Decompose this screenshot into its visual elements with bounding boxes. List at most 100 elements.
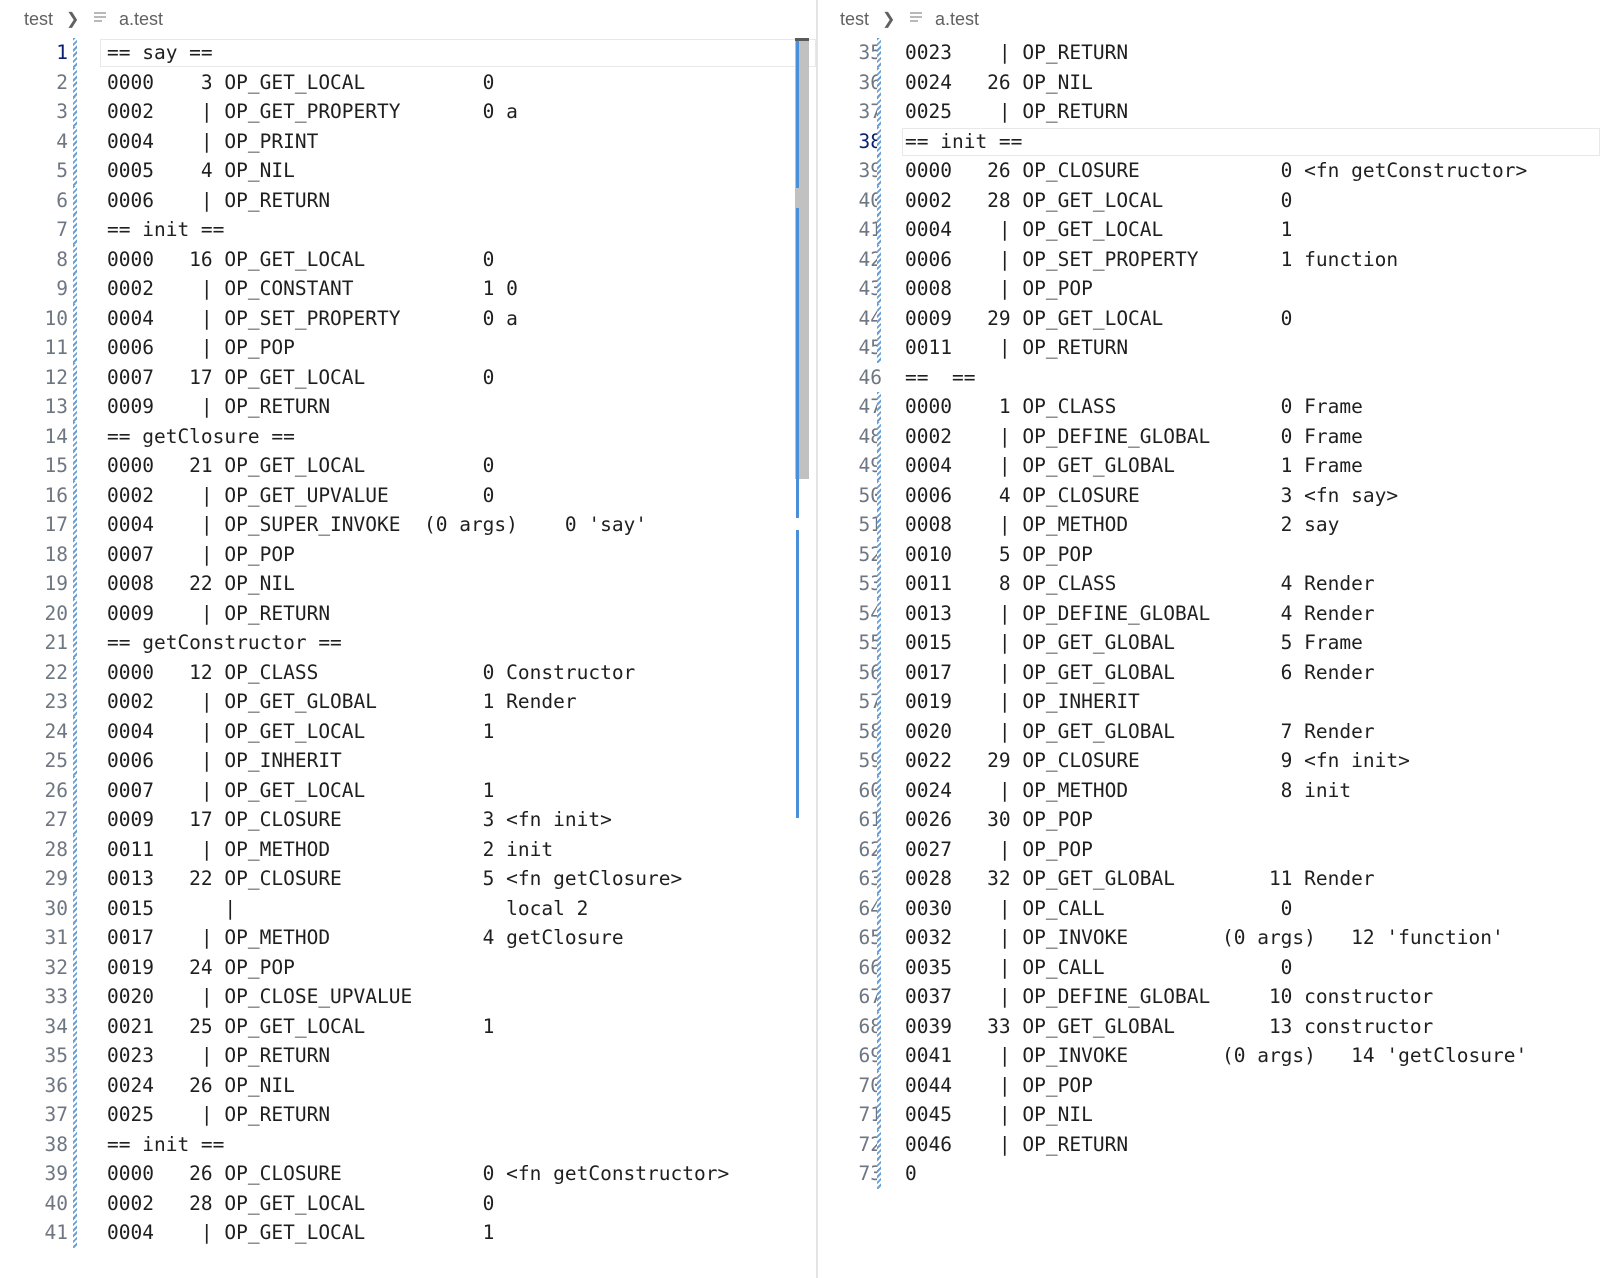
- code-text[interactable]: 0007 | OP_POP: [107, 540, 295, 570]
- code-line[interactable]: 5 0005 4 OP_NIL: [0, 156, 816, 186]
- code-line[interactable]: 22 0000 12 OP_CLASS 0 Constructor: [0, 657, 816, 688]
- code-line[interactable]: 52 0010 5 OP_POP: [818, 539, 1600, 570]
- code-line[interactable]: 68 0039 33 OP_GET_GLOBAL 13 constructor: [818, 1011, 1600, 1042]
- code-line[interactable]: 34 0021 25 OP_GET_LOCAL 1: [0, 1011, 816, 1042]
- code-line[interactable]: 56 0017 | OP_GET_GLOBAL 6 Render: [818, 657, 1600, 688]
- code-text[interactable]: 0006 | OP_RETURN: [107, 186, 330, 216]
- code-line[interactable]: 28 0011 | OP_METHOD 2 init: [0, 834, 816, 865]
- code-text[interactable]: 0023 | OP_RETURN: [107, 1041, 330, 1071]
- code-text[interactable]: 0019 24 OP_POP: [107, 953, 295, 983]
- code-line[interactable]: 62 0027 | OP_POP: [818, 834, 1600, 865]
- code-text[interactable]: 0004 | OP_GET_LOCAL 1: [107, 1218, 494, 1248]
- code-line[interactable]: 55 0015 | OP_GET_GLOBAL 5 Frame: [818, 628, 1600, 658]
- code-text[interactable]: 0021 25 OP_GET_LOCAL 1: [107, 1012, 494, 1042]
- gutter-change-indicator[interactable]: [73, 1070, 77, 1101]
- code-line[interactable]: 26 0007 | OP_GET_LOCAL 1: [0, 775, 816, 806]
- gutter-change-indicator[interactable]: [73, 834, 77, 865]
- code-line[interactable]: 35 0023 | OP_RETURN: [818, 38, 1600, 68]
- code-text[interactable]: 0002 | OP_GET_GLOBAL 1 Render: [107, 687, 577, 717]
- gutter-change-indicator[interactable]: [73, 480, 77, 511]
- code-line[interactable]: 42 0006 | OP_SET_PROPERTY 1 function: [818, 244, 1600, 275]
- code-line[interactable]: 20 0009 | OP_RETURN: [0, 598, 816, 629]
- code-line[interactable]: 41 0004 | OP_GET_LOCAL 1: [0, 1218, 816, 1248]
- gutter-change-indicator[interactable]: [73, 952, 77, 983]
- code-line[interactable]: 39 0000 26 OP_CLOSURE 0 <fn getConstructo…: [818, 156, 1600, 186]
- code-line[interactable]: 31 0017 | OP_METHOD 4 getClosure: [0, 923, 816, 953]
- gutter-change-indicator[interactable]: [877, 834, 881, 865]
- code-line[interactable]: 44 0009 29 OP_GET_LOCAL 0: [818, 303, 1600, 334]
- code-line[interactable]: 71 0045 | OP_NIL: [818, 1100, 1600, 1130]
- gutter-change-indicator[interactable]: [73, 67, 77, 98]
- code-line[interactable]: 14 == getClosure ==: [0, 421, 816, 452]
- gutter-change-indicator[interactable]: [73, 628, 77, 658]
- gutter-change-indicator[interactable]: [877, 185, 881, 216]
- code-text[interactable]: 0004 | OP_GET_GLOBAL 1 Frame: [905, 451, 1363, 481]
- gutter-change-indicator[interactable]: [73, 156, 77, 186]
- code-text[interactable]: 0017 | OP_GET_GLOBAL 6 Render: [905, 658, 1375, 688]
- gutter-change-indicator[interactable]: [73, 1188, 77, 1219]
- gutter-change-indicator[interactable]: [877, 687, 881, 717]
- gutter-change-indicator[interactable]: [877, 1041, 881, 1071]
- code-line[interactable]: 66 0035 | OP_CALL 0: [818, 952, 1600, 983]
- code-text[interactable]: 0013 22 OP_CLOSURE 5 <fn getClosure>: [107, 864, 682, 894]
- code-text[interactable]: 0030 | OP_CALL 0: [905, 894, 1292, 924]
- gutter-change-indicator[interactable]: [73, 97, 77, 127]
- code-editor[interactable]: 1 == say == 2 0000 3 OP_GET_LOCAL 0 3 0002 | …: [0, 38, 816, 1278]
- code-text[interactable]: 0010 5 OP_POP: [905, 540, 1093, 570]
- code-text[interactable]: 0000 26 OP_CLOSURE 0 <fn getConstructor>: [905, 156, 1527, 186]
- gutter-change-indicator[interactable]: [73, 1041, 77, 1071]
- gutter-change-indicator[interactable]: [73, 805, 77, 835]
- code-text[interactable]: 0028 32 OP_GET_GLOBAL 11 Render: [905, 864, 1375, 894]
- gutter-change-indicator[interactable]: [73, 510, 77, 540]
- code-text[interactable]: 0017 | OP_METHOD 4 getClosure: [107, 923, 624, 953]
- gutter-change-indicator[interactable]: [73, 362, 77, 393]
- code-line[interactable]: 60 0024 | OP_METHOD 8 init: [818, 775, 1600, 806]
- code-line[interactable]: 51 0008 | OP_METHOD 2 say: [818, 510, 1600, 540]
- breadcrumb-folder[interactable]: test: [24, 9, 53, 30]
- code-line[interactable]: 47 0000 1 OP_CLASS 0 Frame: [818, 392, 1600, 422]
- code-text[interactable]: 0002 28 OP_GET_LOCAL 0: [107, 1189, 494, 1219]
- code-text[interactable]: == say ==: [107, 38, 213, 68]
- code-line[interactable]: 27 0009 17 OP_CLOSURE 3 <fn init>: [0, 805, 816, 835]
- code-line[interactable]: 1 == say ==: [0, 38, 816, 68]
- code-text[interactable]: 0022 29 OP_CLOSURE 9 <fn init>: [905, 746, 1410, 776]
- code-text[interactable]: 0008 | OP_METHOD 2 say: [905, 510, 1339, 540]
- code-text[interactable]: 0024 26 OP_NIL: [905, 68, 1093, 98]
- gutter-change-indicator[interactable]: [73, 1100, 77, 1130]
- code-text[interactable]: 0002 | OP_GET_PROPERTY 0 a: [107, 97, 518, 127]
- code-line[interactable]: 16 0002 | OP_GET_UPVALUE 0: [0, 480, 816, 511]
- gutter-change-indicator[interactable]: [877, 421, 881, 452]
- code-line[interactable]: 39 0000 26 OP_CLOSURE 0 <fn getConstructo…: [0, 1159, 816, 1189]
- code-line[interactable]: 18 0007 | OP_POP: [0, 539, 816, 570]
- gutter-change-indicator[interactable]: [73, 215, 77, 245]
- code-line[interactable]: 37 0025 | OP_RETURN: [0, 1100, 816, 1130]
- code-text[interactable]: 0: [905, 1159, 917, 1189]
- gutter-change-indicator[interactable]: [877, 303, 881, 334]
- gutter-change-indicator[interactable]: [877, 215, 881, 245]
- code-text[interactable]: 0019 | OP_INHERIT: [905, 687, 1140, 717]
- gutter-change-indicator[interactable]: [877, 1129, 881, 1160]
- gutter-change-indicator[interactable]: [73, 185, 77, 216]
- gutter-change-indicator[interactable]: [877, 1011, 881, 1042]
- gutter-change-indicator[interactable]: [73, 1129, 77, 1160]
- gutter-change-indicator[interactable]: [73, 775, 77, 806]
- left-editor-pane[interactable]: test ❯ a.test 1 == say == 2 0000 3 OP_GET_L…: [0, 0, 816, 1278]
- gutter-change-indicator[interactable]: [73, 303, 77, 334]
- code-line[interactable]: 46 == ==: [818, 363, 1600, 393]
- code-text[interactable]: 0035 | OP_CALL 0: [905, 953, 1292, 983]
- gutter-change-indicator[interactable]: [877, 451, 881, 481]
- code-text[interactable]: == ==: [905, 363, 975, 393]
- code-text[interactable]: 0004 | OP_GET_LOCAL 1: [107, 717, 494, 747]
- code-text[interactable]: == getClosure ==: [107, 422, 295, 452]
- code-line[interactable]: 35 0023 | OP_RETURN: [0, 1041, 816, 1071]
- gutter-change-indicator[interactable]: [877, 392, 881, 422]
- code-text[interactable]: 0002 | OP_DEFINE_GLOBAL 0 Frame: [905, 422, 1363, 452]
- gutter-change-indicator[interactable]: [73, 539, 77, 570]
- gutter-change-indicator[interactable]: [73, 1159, 77, 1189]
- code-text[interactable]: 0009 29 OP_GET_LOCAL 0: [905, 304, 1292, 334]
- gutter-change-indicator[interactable]: [73, 923, 77, 953]
- gutter-change-indicator[interactable]: [73, 746, 77, 776]
- code-text[interactable]: 0011 | OP_METHOD 2 init: [107, 835, 553, 865]
- code-text[interactable]: 0000 21 OP_GET_LOCAL 0: [107, 451, 494, 481]
- code-text[interactable]: 0007 17 OP_GET_LOCAL 0: [107, 363, 494, 393]
